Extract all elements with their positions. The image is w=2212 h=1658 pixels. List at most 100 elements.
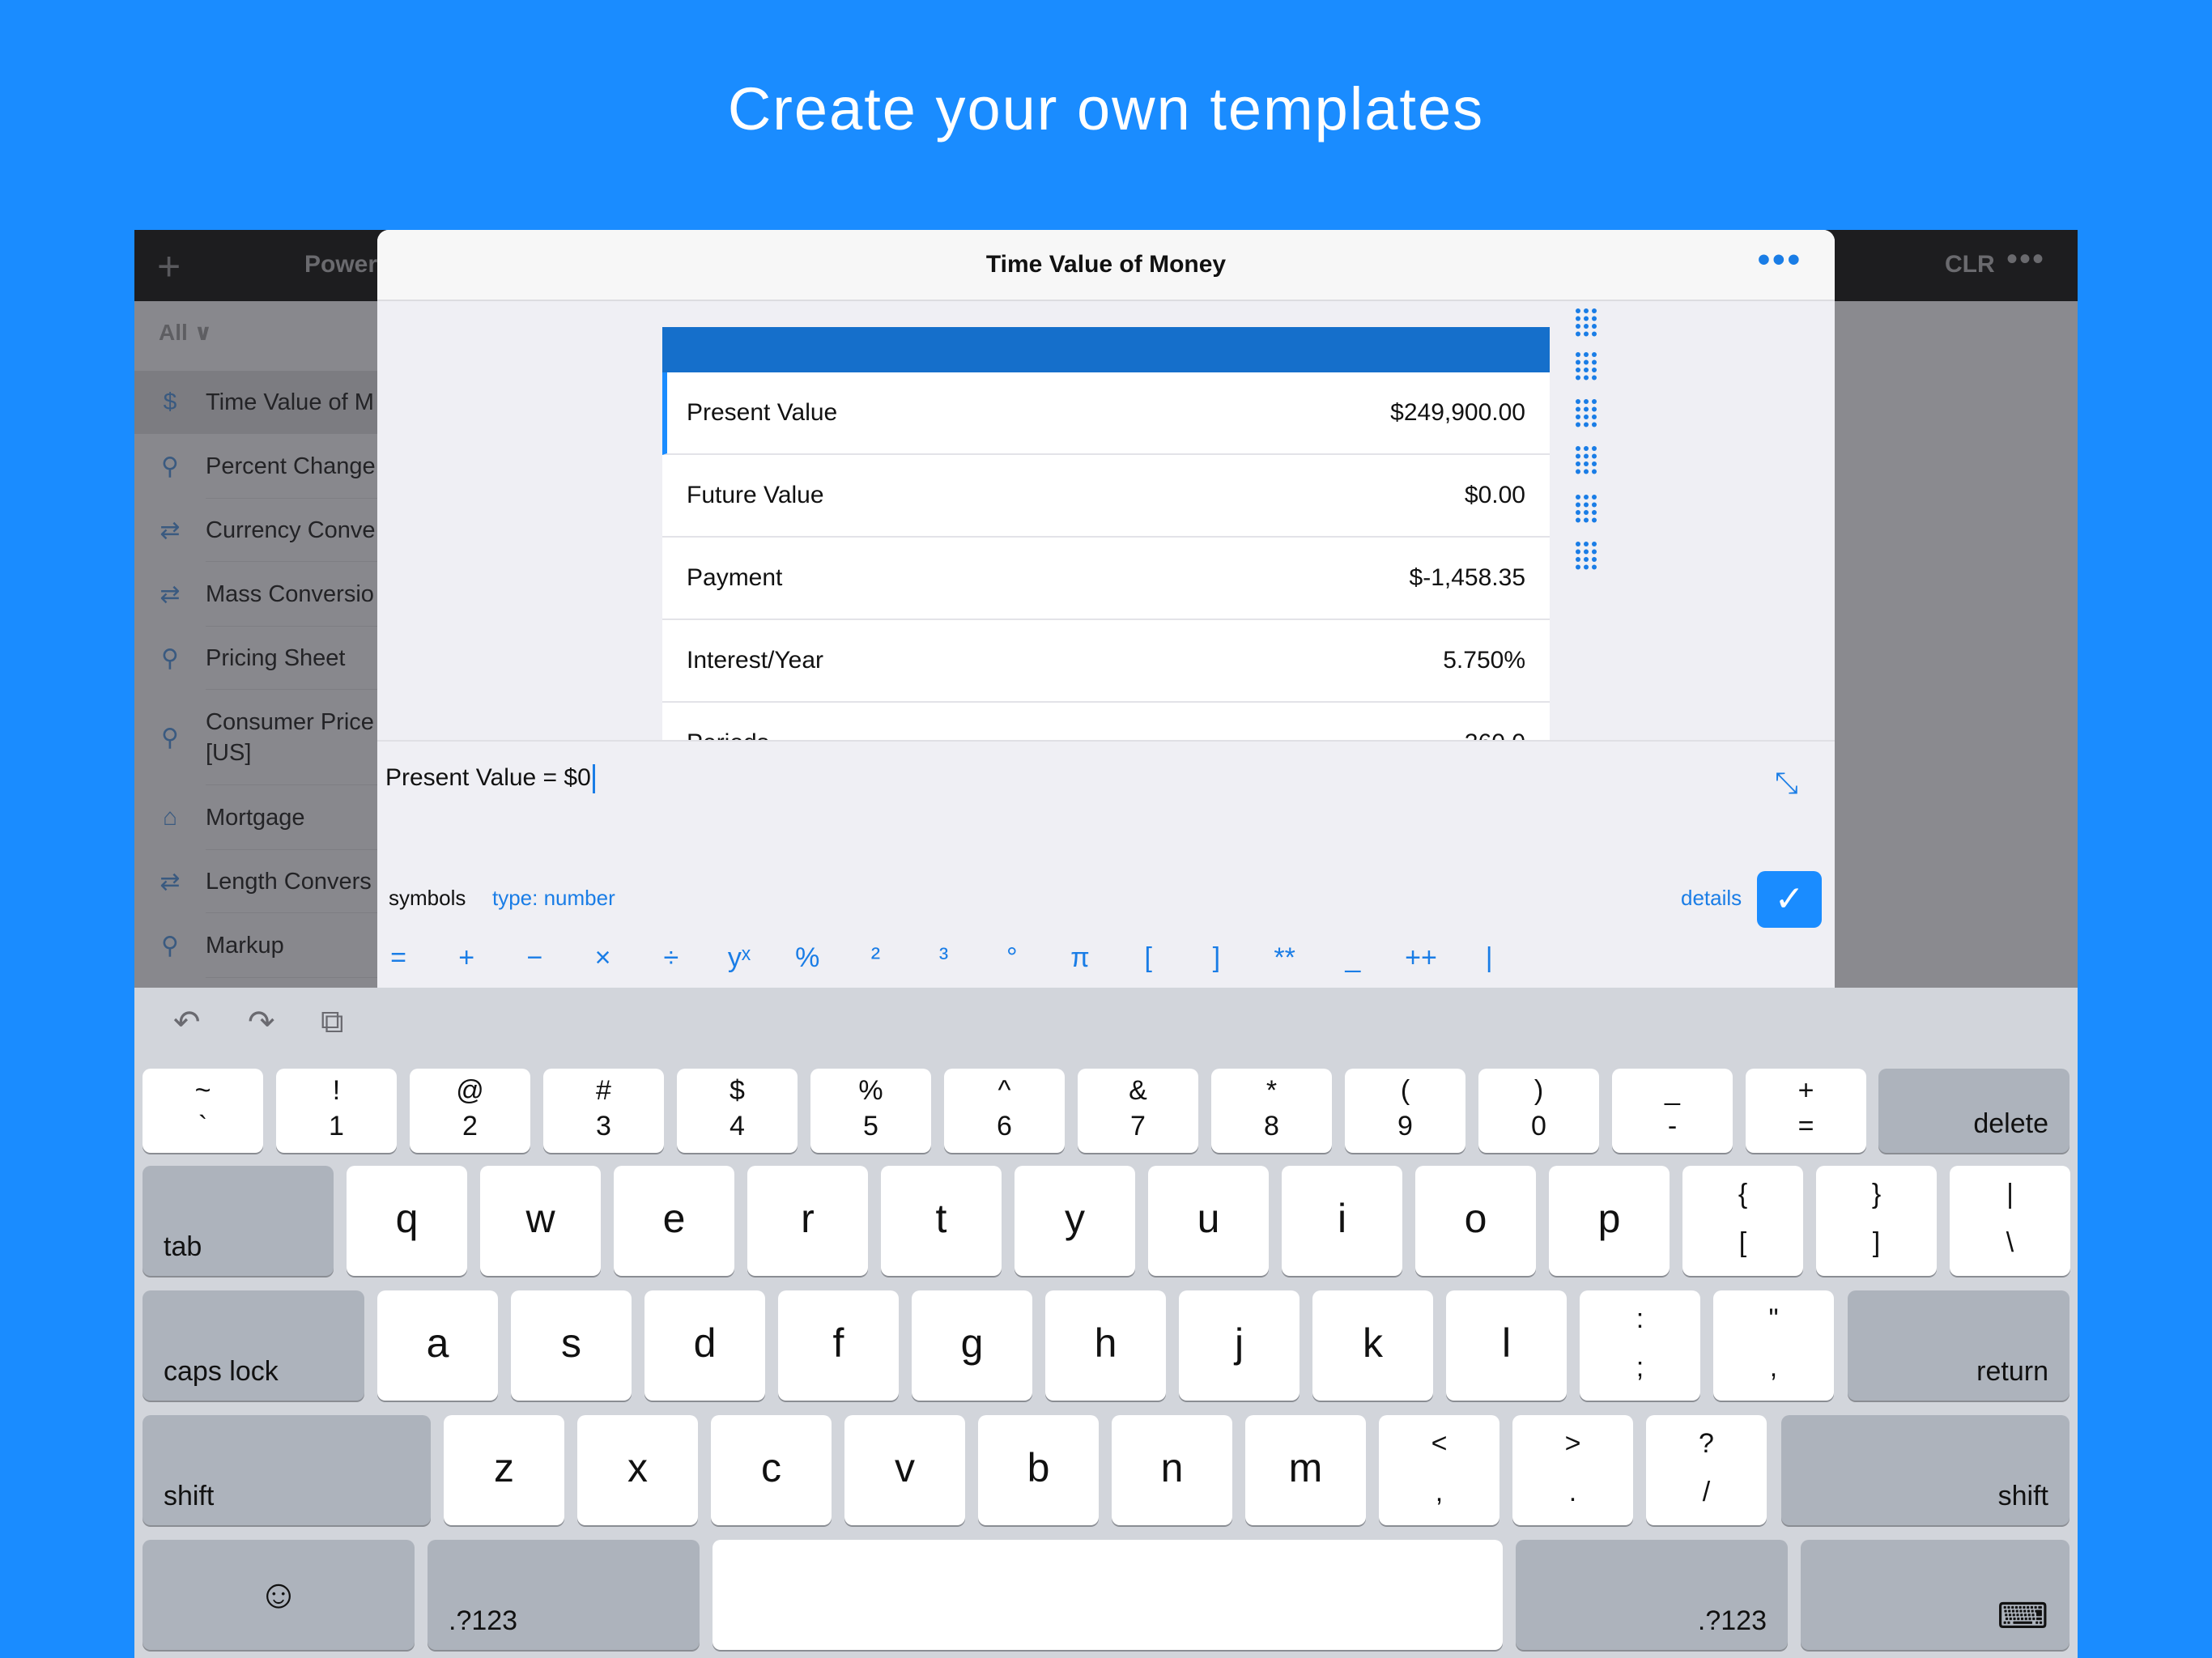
symbol-key[interactable]: + = bbox=[1746, 1069, 1866, 1153]
symbol-key[interactable]: ² bbox=[841, 942, 909, 974]
letter-key[interactable]: i bbox=[1282, 1166, 1402, 1276]
table-row[interactable]: Future Value $0.00 bbox=[662, 455, 1550, 538]
more-icon[interactable]: ••• bbox=[1758, 240, 1802, 280]
letter-key[interactable]: q bbox=[347, 1166, 467, 1276]
letter-key[interactable]: s bbox=[511, 1290, 632, 1401]
table-row[interactable]: Present Value $249,900.00 bbox=[662, 372, 1550, 455]
numbers-left-key[interactable]: .?123 bbox=[428, 1540, 700, 1650]
letter-key[interactable]: o bbox=[1415, 1166, 1536, 1276]
shift-left-key[interactable]: shift bbox=[143, 1415, 431, 1525]
symbol-key[interactable]: × bbox=[569, 942, 637, 974]
swap-icon: ⇄ bbox=[160, 580, 181, 608]
symbol-key[interactable]: <, bbox=[1379, 1415, 1499, 1525]
symbol-key[interactable]: _ bbox=[1319, 942, 1387, 974]
symbol-key[interactable]: ° bbox=[978, 942, 1046, 974]
paste-icon[interactable]: ⧉ bbox=[321, 1004, 344, 1040]
symbol-key[interactable]: + bbox=[432, 942, 500, 974]
symbol-key[interactable]: ^ 6 bbox=[944, 1069, 1065, 1153]
drag-handle-icon[interactable] bbox=[1574, 541, 1598, 570]
symbol-key[interactable]: ~ ` bbox=[143, 1069, 263, 1153]
letter-key[interactable]: z bbox=[444, 1415, 564, 1525]
letter-key[interactable]: d bbox=[644, 1290, 765, 1401]
letter-key[interactable]: h bbox=[1045, 1290, 1166, 1401]
symbol-key[interactable]: − bbox=[500, 942, 568, 974]
dismiss-keyboard-key[interactable]: ⌨ bbox=[1801, 1540, 2069, 1650]
symbol-key[interactable]: (9 bbox=[1345, 1069, 1465, 1153]
symbol-key[interactable]: ** bbox=[1251, 942, 1319, 974]
symbol-key[interactable]: % bbox=[773, 942, 841, 974]
table-row[interactable]: Payment $-1,458.35 bbox=[662, 538, 1550, 620]
letter-key[interactable]: r bbox=[747, 1166, 868, 1276]
letter-key[interactable]: v bbox=[844, 1415, 965, 1525]
letter-key[interactable]: t bbox=[881, 1166, 1002, 1276]
symbol-key[interactable]: ÷ bbox=[637, 942, 705, 974]
symbol-key[interactable]: ) 0 bbox=[1478, 1069, 1599, 1153]
letter-key[interactable]: g bbox=[912, 1290, 1032, 1401]
symbol-key[interactable]: ] bbox=[1182, 942, 1250, 974]
symbol-key[interactable]: @2 bbox=[410, 1069, 530, 1153]
symbol-key[interactable]: | \ bbox=[1950, 1166, 2070, 1276]
symbol-key[interactable]: & 7 bbox=[1078, 1069, 1198, 1153]
symbol-key[interactable]: yˣ bbox=[705, 942, 773, 974]
symbol-key[interactable]: ³ bbox=[910, 942, 978, 974]
symbol-key[interactable]: % 5 bbox=[810, 1069, 931, 1153]
letter-key[interactable]: b bbox=[978, 1415, 1099, 1525]
symbol-key[interactable]: {[ bbox=[1682, 1166, 1803, 1276]
tab-key[interactable]: tab bbox=[143, 1166, 334, 1276]
letter-key[interactable]: u bbox=[1148, 1166, 1269, 1276]
letter-key[interactable]: k bbox=[1312, 1290, 1433, 1401]
symbol-key[interactable]: | bbox=[1455, 942, 1523, 974]
details-link[interactable]: details bbox=[1681, 886, 1742, 911]
caps-lock-key[interactable]: caps lock bbox=[143, 1290, 364, 1401]
letter-key[interactable]: c bbox=[711, 1415, 832, 1525]
sidebar-item: ⚲ Percent Change bbox=[134, 434, 377, 499]
symbol-key[interactable]: [ bbox=[1114, 942, 1182, 974]
letter-key[interactable]: f bbox=[778, 1290, 899, 1401]
drag-handle-icon[interactable] bbox=[1574, 398, 1598, 427]
symbol-key[interactable]: $4 bbox=[677, 1069, 798, 1153]
letter-key[interactable]: w bbox=[480, 1166, 601, 1276]
drag-handle-icon[interactable] bbox=[1574, 494, 1598, 523]
table-row[interactable]: Interest/Year 5.750% bbox=[662, 620, 1550, 703]
letter-key[interactable]: x bbox=[577, 1415, 698, 1525]
letter-key[interactable]: y bbox=[1015, 1166, 1135, 1276]
symbol-key[interactable]: ", bbox=[1713, 1290, 1834, 1401]
symbol-key[interactable]: }] bbox=[1816, 1166, 1937, 1276]
symbol-key[interactable]: * 8 bbox=[1211, 1069, 1332, 1153]
redo-icon[interactable]: ↷ bbox=[248, 1004, 275, 1041]
return-key[interactable]: return bbox=[1848, 1290, 2069, 1401]
type-selector[interactable]: type: number bbox=[492, 886, 615, 911]
numbers-right-key[interactable]: .?123 bbox=[1516, 1540, 1788, 1650]
symbol-key[interactable]: π bbox=[1046, 942, 1114, 974]
letter-key[interactable]: a bbox=[377, 1290, 498, 1401]
space-key[interactable] bbox=[713, 1540, 1503, 1650]
emoji-key[interactable]: ☺ bbox=[143, 1540, 415, 1650]
letter-key[interactable]: m bbox=[1245, 1415, 1366, 1525]
symbol-key[interactable]: = bbox=[377, 942, 432, 974]
symbol-key[interactable]: #3 bbox=[543, 1069, 664, 1153]
expand-icon[interactable]: ⤡ bbox=[1775, 766, 1798, 801]
formula-input[interactable]: Present Value = $0 bbox=[385, 764, 595, 794]
filter-dropdown: All ∨ bbox=[159, 320, 213, 345]
shift-right-key[interactable]: shift bbox=[1781, 1415, 2069, 1525]
symbol-key[interactable]: :; bbox=[1580, 1290, 1700, 1401]
letter-key[interactable]: j bbox=[1179, 1290, 1300, 1401]
letter-key[interactable]: n bbox=[1112, 1415, 1232, 1525]
symbol-key[interactable]: >. bbox=[1512, 1415, 1633, 1525]
symbol-key[interactable]: ! 1 bbox=[276, 1069, 397, 1153]
letter-key[interactable]: l bbox=[1446, 1290, 1567, 1401]
confirm-button[interactable]: ✓ bbox=[1757, 871, 1822, 928]
delete-key[interactable]: delete bbox=[1878, 1069, 2069, 1153]
drag-handle-icon[interactable] bbox=[1574, 351, 1598, 380]
table-row[interactable]: Periods 360.0 bbox=[662, 703, 1550, 740]
letter-key[interactable]: p bbox=[1549, 1166, 1670, 1276]
symbol-key[interactable]: ? / bbox=[1646, 1415, 1767, 1525]
sidebar-item: $ Time Value of M bbox=[134, 371, 377, 434]
letter-key[interactable]: e bbox=[614, 1166, 734, 1276]
undo-icon[interactable]: ↶ bbox=[173, 1004, 201, 1041]
symbol-key[interactable]: _ - bbox=[1612, 1069, 1733, 1153]
drag-handle-icon[interactable] bbox=[1574, 308, 1598, 337]
bulb-icon: ⚲ bbox=[161, 453, 179, 480]
drag-handle-icon[interactable] bbox=[1574, 445, 1598, 474]
symbol-key[interactable]: ++ bbox=[1387, 942, 1455, 974]
